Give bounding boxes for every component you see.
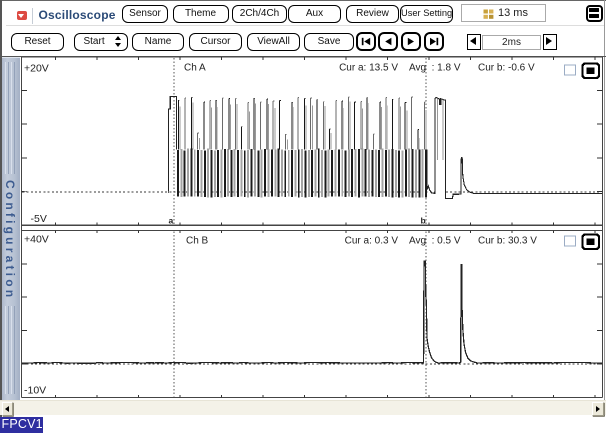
- svg-text:Cur b: -0.6 V: Cur b: -0.6 V: [478, 63, 535, 74]
- svg-text:-10V: -10V: [24, 385, 46, 397]
- svg-text:Ch A: Ch A: [184, 63, 206, 74]
- svg-text:Cur a: 0.3 V: Cur a: 0.3 V: [345, 236, 399, 247]
- svg-text:Avg : 1.8 V: Avg : 1.8 V: [409, 63, 461, 74]
- svg-text:Cur a: 13.5 V: Cur a: 13.5 V: [339, 63, 398, 74]
- svg-text:+20V: +20V: [24, 63, 49, 75]
- svg-text:Cur b: 30.3 V: Cur b: 30.3 V: [478, 236, 537, 247]
- svg-text:b: b: [421, 216, 426, 226]
- svg-text:Ch B: Ch B: [186, 236, 209, 247]
- svg-text:+40V: +40V: [24, 234, 49, 246]
- svg-text:Avg : 0.5 V: Avg : 0.5 V: [409, 236, 461, 247]
- svg-text:a: a: [169, 216, 174, 226]
- svg-text:-5V: -5V: [31, 213, 47, 225]
